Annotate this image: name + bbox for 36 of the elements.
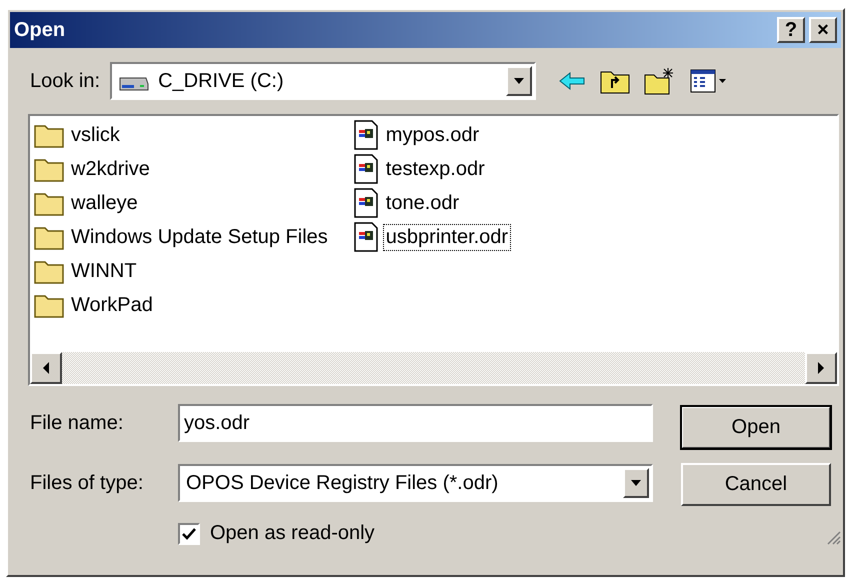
file-item[interactable]: tone.odr xyxy=(382,190,462,216)
scroll-right-icon[interactable] xyxy=(805,352,837,384)
scroll-left-icon[interactable] xyxy=(30,352,62,384)
file-item[interactable]: testexp.odr xyxy=(382,156,488,182)
checkmark-icon xyxy=(182,528,196,540)
open-button[interactable]: Open xyxy=(681,406,831,449)
cancel-button[interactable]: Cancel xyxy=(681,463,831,506)
window-title: Open xyxy=(14,18,66,42)
look-in-dropdown[interactable]: C_DRIVE (C:) xyxy=(110,62,536,100)
document-icon xyxy=(352,222,379,252)
file-name-label: File name: xyxy=(30,412,124,434)
document-icon xyxy=(352,188,379,218)
document-icon xyxy=(352,120,379,150)
file-item[interactable]: usbprinter.odr xyxy=(382,224,512,250)
read-only-label[interactable]: Open as read-only xyxy=(210,522,375,545)
document-icon xyxy=(352,154,379,184)
files-of-type-value: OPOS Device Registry Files (*.odr) xyxy=(185,472,500,494)
file-item[interactable]: mypos.odr xyxy=(382,122,482,148)
files-of-type-label: Files of type: xyxy=(30,472,144,494)
look-in-value: C_DRIVE (C:) xyxy=(158,70,284,92)
folder-item[interactable]: WorkPad xyxy=(68,292,156,318)
folder-item[interactable]: w2kdrive xyxy=(68,156,153,182)
look-in-label: Look in: xyxy=(30,70,100,92)
folder-item[interactable]: WINNT xyxy=(68,258,140,284)
files-of-type-dropdown[interactable]: OPOS Device Registry Files (*.odr) xyxy=(178,464,653,502)
back-arrow-icon[interactable] xyxy=(558,71,586,91)
folder-item[interactable]: vslick xyxy=(68,122,123,148)
folder-item[interactable]: Windows Update Setup Files xyxy=(68,224,331,250)
folder-item[interactable]: walleye xyxy=(68,190,141,216)
resize-grip-icon[interactable] xyxy=(825,529,841,545)
help-button[interactable]: ? xyxy=(777,17,805,43)
horizontal-scrollbar[interactable] xyxy=(30,352,837,384)
view-menu-icon[interactable] xyxy=(690,69,728,93)
read-only-checkbox[interactable] xyxy=(178,522,200,544)
file-name-field[interactable]: yos.odr xyxy=(178,404,653,442)
close-button[interactable]: × xyxy=(809,17,837,43)
